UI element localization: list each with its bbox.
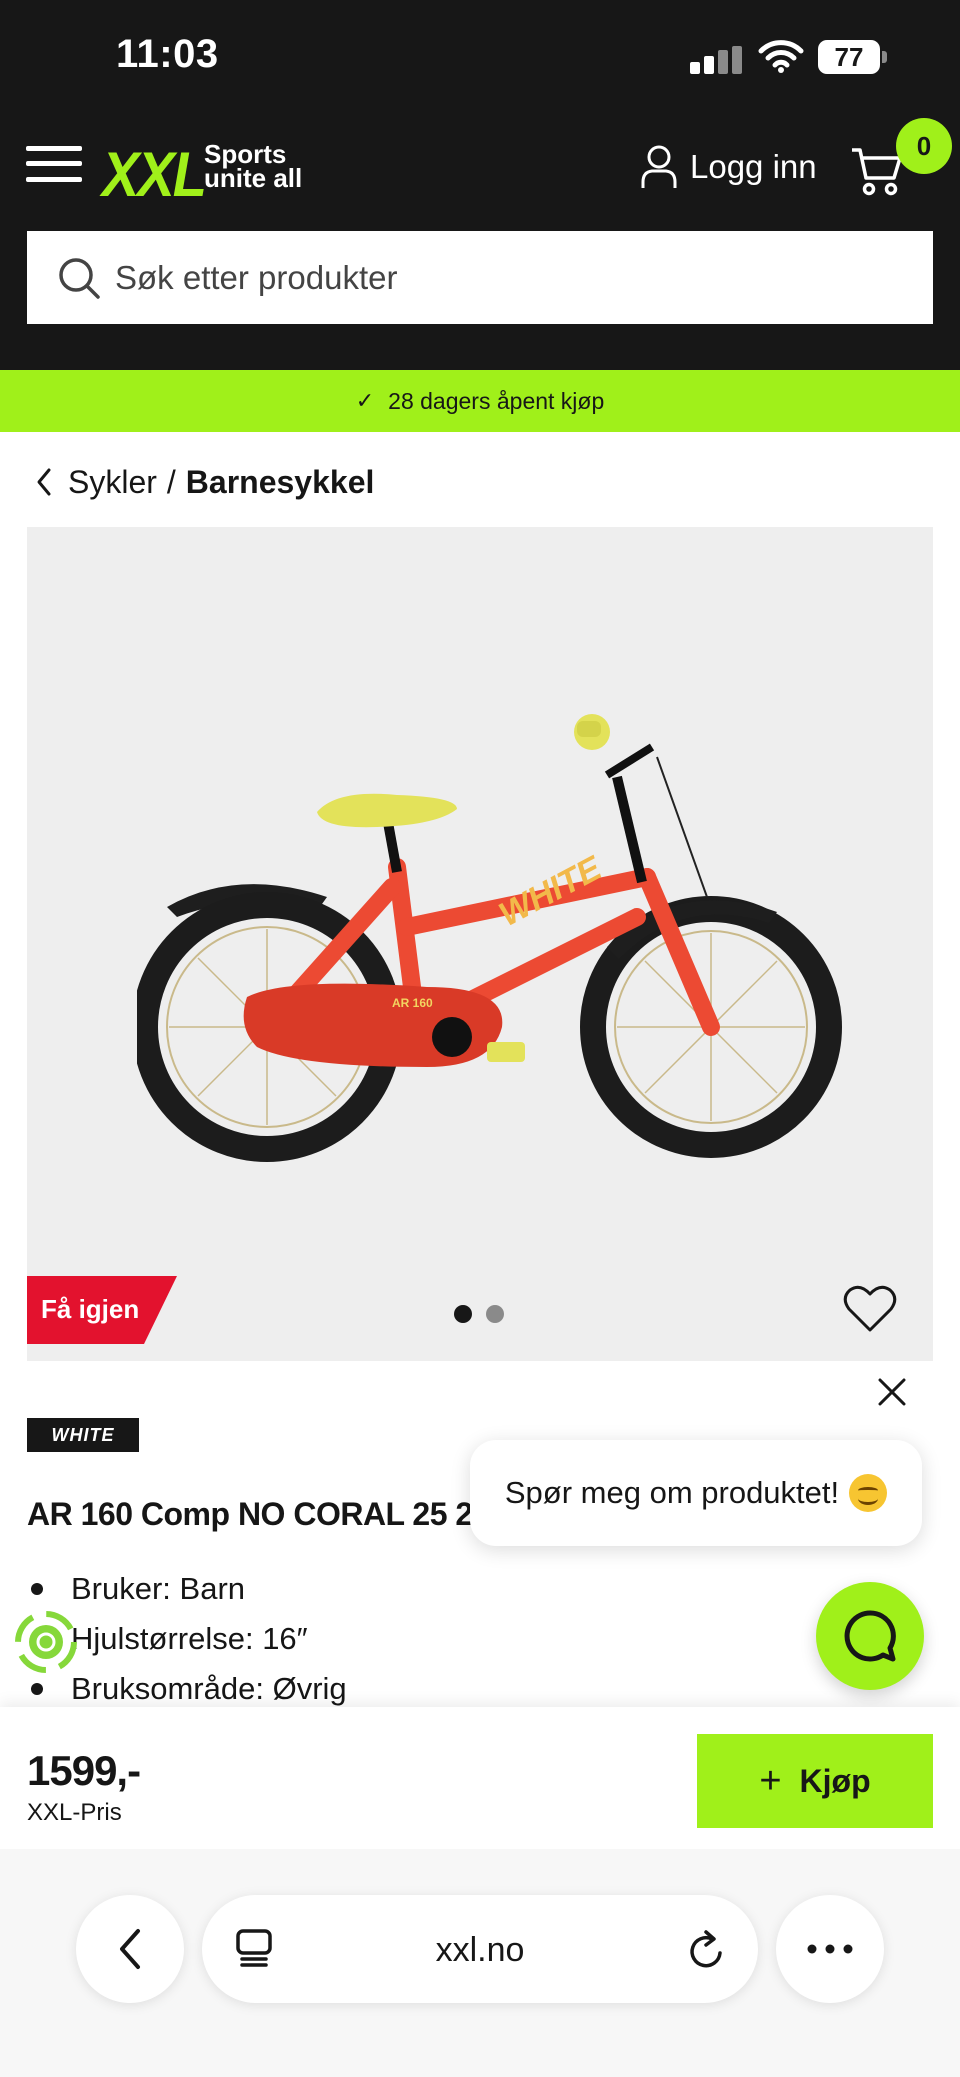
check-icon: ✓ <box>355 388 375 413</box>
wifi-icon <box>758 40 804 73</box>
smiling-face-icon <box>849 1474 888 1512</box>
promo-banner: ✓ 28 dagers åpent kjøp <box>0 370 960 432</box>
breadcrumb-separator: / <box>166 463 176 500</box>
product-title: AR 160 Comp NO CORAL 25 2 <box>27 1496 473 1532</box>
svg-text:AR 160: AR 160 <box>392 996 433 1010</box>
feature-text: Hjulstørrelse: 16″ <box>71 1621 308 1656</box>
logo-mark: XXL <box>102 139 207 210</box>
breadcrumb-parent[interactable]: Sykler <box>68 464 157 501</box>
address-bar[interactable]: xxl.no <box>202 1895 758 2003</box>
login-link[interactable]: Logg inn <box>640 142 817 192</box>
chat-button[interactable] <box>816 1582 924 1690</box>
more-button[interactable] <box>776 1895 884 2003</box>
battery-level: 77 <box>818 40 880 74</box>
product-image-bicycle: AR 160 WHITE <box>137 714 842 1162</box>
status-time: 11:03 <box>116 32 219 76</box>
reward-badge-label: Få igjen <box>41 1294 140 1324</box>
recycle-icon[interactable] <box>14 1610 78 1674</box>
breadcrumb-current[interactable]: Barnesykkel <box>186 464 375 501</box>
close-icon[interactable] <box>872 1372 912 1412</box>
search-icon <box>59 257 100 299</box>
promo-text: 28 dagers åpent kjøp <box>388 387 605 414</box>
feature-item: Bruker: Barn <box>27 1564 347 1614</box>
browser-toolbar: xxl.no <box>0 1849 960 2077</box>
cart-icon[interactable] <box>850 146 902 196</box>
chevron-left-icon[interactable] <box>34 467 54 497</box>
plus-icon: + <box>759 1759 782 1802</box>
search-input[interactable] <box>115 258 875 297</box>
menu-icon[interactable] <box>26 144 82 184</box>
carousel-indicator[interactable] <box>454 1305 504 1323</box>
product-image-gallery[interactable]: AR 160 WHITE Få igjen <box>27 527 933 1361</box>
feature-text: Bruker: Barn <box>71 1571 246 1606</box>
buy-bar: 1599,- XXL-Pris + Kjøp <box>0 1707 960 1849</box>
cart-count-badge[interactable]: 0 <box>896 118 952 174</box>
brand-logo[interactable]: WHITE <box>27 1418 139 1452</box>
breadcrumb: Sykler / Barnesykkel <box>34 460 374 504</box>
price: 1599,- <box>27 1747 141 1794</box>
cellular-signal-icon <box>690 46 744 74</box>
chevron-left-icon <box>120 1929 140 1969</box>
feature-text: Bruksområde: Øvrig <box>71 1671 347 1706</box>
battery-icon: 77 <box>818 40 888 74</box>
search-bar[interactable] <box>27 231 933 324</box>
user-icon <box>641 145 677 188</box>
chat-prompt-text: Spør meg om produktet! <box>504 1475 840 1510</box>
back-button[interactable] <box>76 1895 184 2003</box>
chat-bubble-icon <box>844 1610 896 1662</box>
buy-button[interactable]: + Kjøp <box>697 1734 933 1828</box>
carousel-dot[interactable] <box>486 1305 504 1323</box>
more-icon <box>807 1944 853 1954</box>
chat-prompt-bubble[interactable]: Spør meg om produktet! <box>470 1440 922 1546</box>
reload-icon[interactable] <box>686 1927 728 1971</box>
url-text[interactable]: xxl.no <box>202 1931 758 1970</box>
reward-badge: Få igjen <box>27 1276 177 1344</box>
buy-button-label: Kjøp <box>799 1762 871 1799</box>
logo-tagline: Sports unite all <box>204 139 303 193</box>
site-header: XXL Sports unite all Logg inn 0 <box>0 110 960 370</box>
login-label: Logg inn <box>690 148 817 185</box>
status-bar: 11:03 77 <box>0 0 960 110</box>
heart-icon[interactable] <box>843 1284 897 1334</box>
carousel-dot[interactable] <box>454 1305 472 1323</box>
price-label: XXL-Pris <box>27 1799 122 1826</box>
